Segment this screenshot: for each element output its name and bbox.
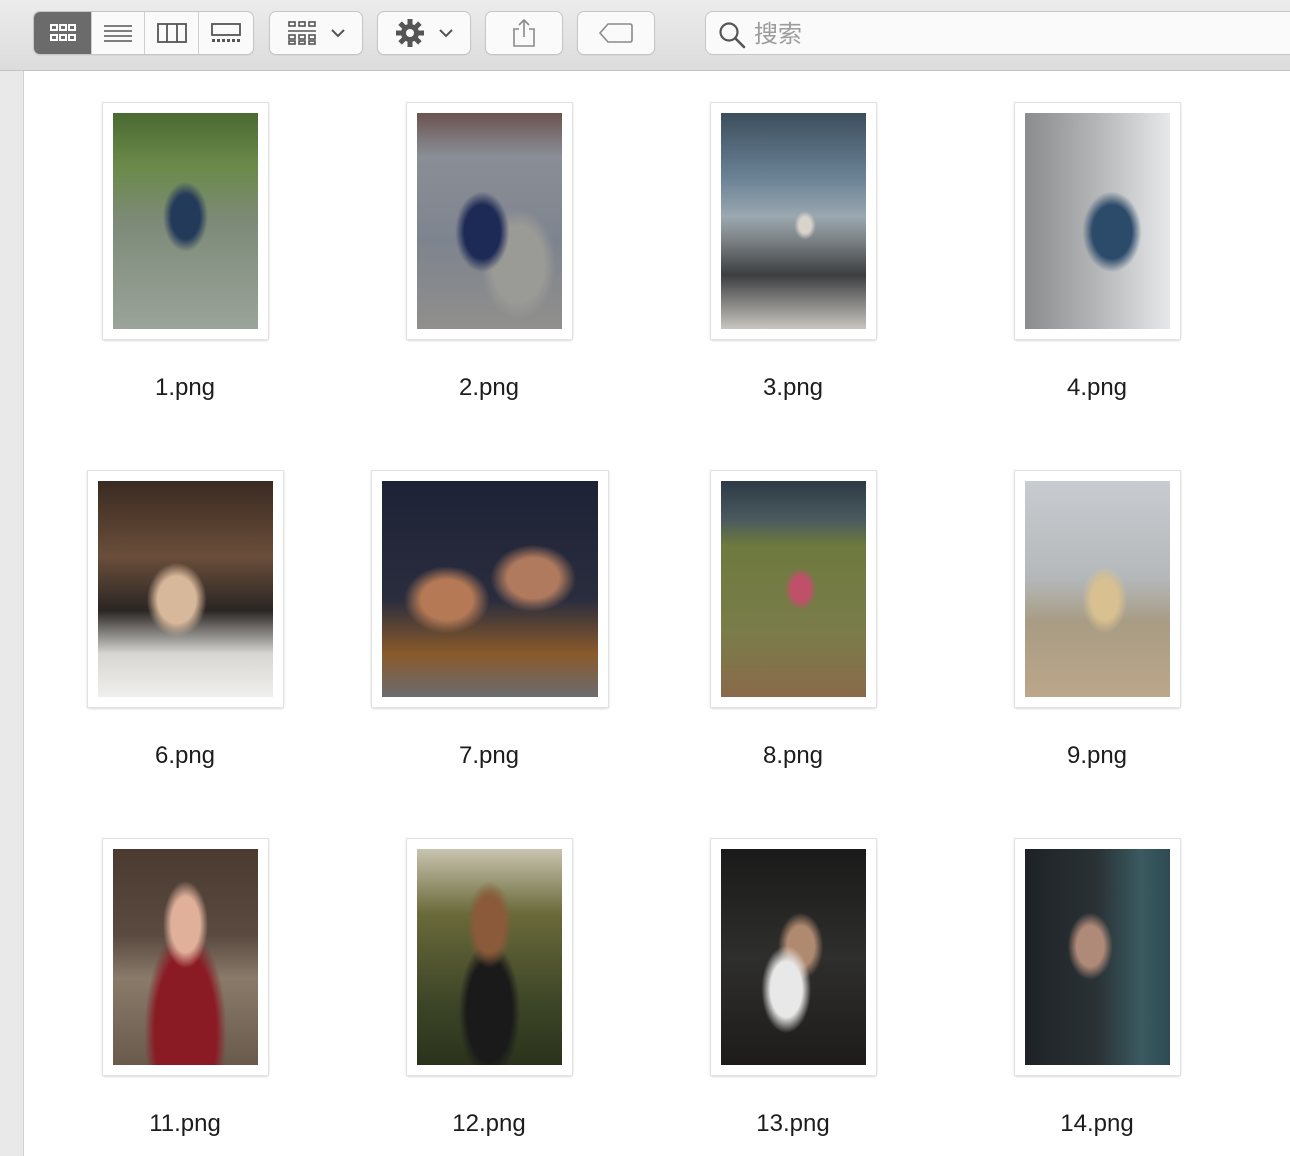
photo-image xyxy=(382,481,598,697)
file-thumbnail[interactable] xyxy=(1015,839,1180,1075)
file-name[interactable]: 7.png xyxy=(414,742,564,770)
file-name[interactable]: 13.png xyxy=(718,1110,868,1138)
file-thumbnail[interactable] xyxy=(711,471,876,707)
photo-image xyxy=(113,113,258,329)
group-by-icon xyxy=(288,21,316,45)
file-thumbnail[interactable] xyxy=(711,103,876,339)
file-thumbnail[interactable] xyxy=(1015,471,1180,707)
sidebar-edge xyxy=(0,71,24,1156)
file-name[interactable]: 9.png xyxy=(1022,742,1172,770)
chevron-down-icon xyxy=(331,29,345,38)
share-button[interactable] xyxy=(485,11,563,55)
file-thumbnail[interactable] xyxy=(372,471,608,707)
search-field[interactable] xyxy=(705,11,1290,55)
file-thumbnail[interactable] xyxy=(1015,103,1180,339)
gallery-view-button[interactable] xyxy=(199,12,253,54)
list-view-icon xyxy=(104,25,132,42)
file-name[interactable]: 1.png xyxy=(110,374,260,402)
tags-button[interactable] xyxy=(577,11,655,55)
file-name[interactable]: 8.png xyxy=(718,742,868,770)
photo-image xyxy=(113,849,258,1065)
list-view-button[interactable] xyxy=(92,12,145,54)
file-name[interactable]: 14.png xyxy=(1022,1110,1172,1138)
photo-image xyxy=(417,113,562,329)
action-button[interactable] xyxy=(377,11,471,55)
photo-image xyxy=(1025,113,1170,329)
file-thumbnail[interactable] xyxy=(407,839,572,1075)
tag-icon xyxy=(598,23,633,43)
photo-image xyxy=(721,113,866,329)
icon-view-icon xyxy=(49,24,76,41)
finder-toolbar xyxy=(0,0,1290,71)
file-name[interactable]: 4.png xyxy=(1022,374,1172,402)
gear-icon xyxy=(396,19,424,47)
search-input[interactable] xyxy=(752,18,1276,50)
photo-image xyxy=(417,849,562,1065)
file-grid: 1.png 2.png 3.png 4.png 6.png 7.png 8.pn… xyxy=(25,71,1290,1156)
file-thumbnail[interactable] xyxy=(103,103,268,339)
file-thumbnail[interactable] xyxy=(711,839,876,1075)
gallery-view-icon xyxy=(211,23,241,42)
group-by-button[interactable] xyxy=(269,11,363,55)
icon-view-button[interactable] xyxy=(34,12,92,54)
search-icon xyxy=(719,22,746,49)
column-view-icon xyxy=(156,23,187,43)
photo-image xyxy=(1025,481,1170,697)
file-name[interactable]: 12.png xyxy=(414,1110,564,1138)
file-thumbnail[interactable] xyxy=(103,839,268,1075)
file-thumbnail[interactable] xyxy=(407,103,572,339)
chevron-down-icon xyxy=(439,29,453,38)
file-name[interactable]: 6.png xyxy=(110,742,260,770)
share-icon xyxy=(513,18,535,47)
file-name[interactable]: 3.png xyxy=(718,374,868,402)
photo-image xyxy=(98,481,273,697)
photo-image xyxy=(721,849,866,1065)
file-name[interactable]: 2.png xyxy=(414,374,564,402)
view-mode-switcher xyxy=(33,11,254,55)
file-thumbnail[interactable] xyxy=(88,471,283,707)
photo-image xyxy=(1025,849,1170,1065)
column-view-button[interactable] xyxy=(145,12,199,54)
file-name[interactable]: 11.png xyxy=(110,1110,260,1138)
photo-image xyxy=(721,481,866,697)
